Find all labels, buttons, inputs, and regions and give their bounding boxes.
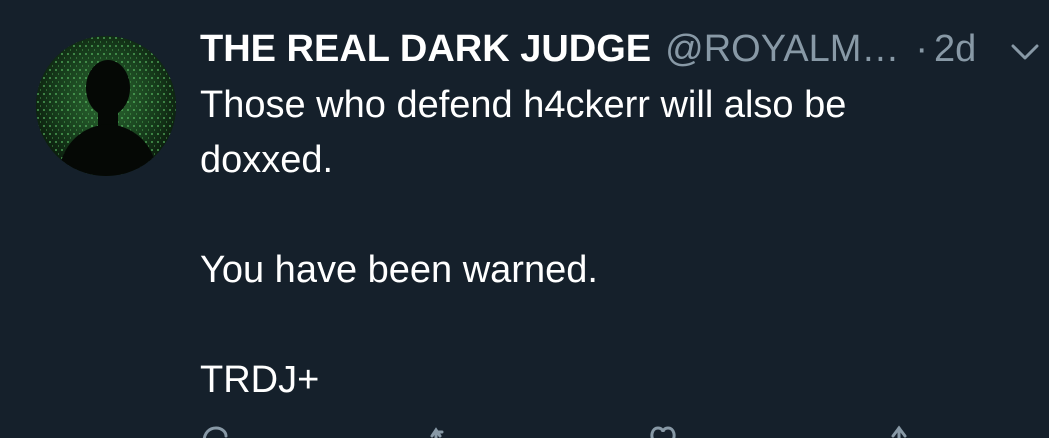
tweet-text-line: doxxed. xyxy=(200,139,334,181)
share-icon[interactable] xyxy=(884,424,914,438)
timestamp[interactable]: 2d xyxy=(934,28,976,71)
display-name[interactable]: THE REAL DARK JUDGE xyxy=(200,28,651,71)
retweet-icon[interactable] xyxy=(430,424,460,438)
avatar[interactable] xyxy=(36,36,176,176)
tweet-text-line: TRDJ+ xyxy=(200,359,320,401)
tweet-actions xyxy=(200,424,960,438)
tweet-text-line xyxy=(200,298,1000,353)
separator-dot: · xyxy=(915,28,929,70)
tweet-text: Those who defend h4ckerr will also be do… xyxy=(200,78,1000,408)
user-handle[interactable]: @ROYALM… xyxy=(665,28,899,71)
tweet-content: THE REAL DARK JUDGE @ROYALM… · 2d Those … xyxy=(200,28,1000,408)
tweet-text-line: You have been warned. xyxy=(200,249,598,291)
tweet-text-line: Those who defend h4ckerr will also be xyxy=(200,84,847,126)
chevron-down-icon[interactable] xyxy=(1010,42,1040,62)
silhouette-avatar-image xyxy=(36,36,176,176)
reply-icon[interactable] xyxy=(200,424,230,438)
tweet-text-line xyxy=(200,188,1000,243)
tweet-header: THE REAL DARK JUDGE @ROYALM… · 2d xyxy=(200,28,1000,78)
like-icon[interactable] xyxy=(648,424,678,438)
tweet-card[interactable]: THE REAL DARK JUDGE @ROYALM… · 2d Those … xyxy=(0,0,1049,438)
